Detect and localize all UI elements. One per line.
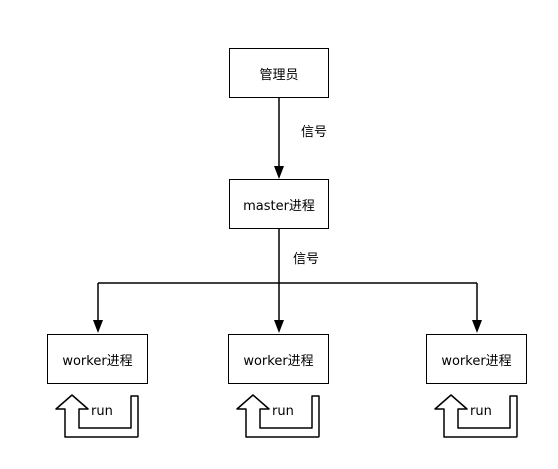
admin-node-label: 管理员: [259, 67, 299, 83]
worker-node-label: worker进程: [243, 353, 314, 369]
run-label-3: run: [470, 404, 492, 419]
run-label-2: run: [272, 404, 294, 419]
run-label-1: run: [91, 404, 113, 419]
arrow-admin-to-master: [274, 98, 284, 179]
master-node: master进程: [229, 179, 329, 229]
admin-node: 管理员: [229, 48, 329, 98]
edge-label-admin-to-master: 信号: [301, 125, 328, 140]
worker-node-2: worker进程: [228, 334, 329, 384]
arrow-master-to-workers: [93, 229, 482, 333]
worker-node-label: worker进程: [62, 353, 133, 369]
worker-node-label: worker进程: [441, 353, 512, 369]
worker-node-1: worker进程: [47, 334, 148, 384]
process-diagram: 管理员 master进程 worker进程 worker进程 worker进程 …: [0, 0, 558, 469]
edge-label-master-to-workers: 信号: [293, 252, 320, 267]
worker-node-3: worker进程: [426, 334, 527, 384]
master-node-label: master进程: [243, 198, 315, 214]
